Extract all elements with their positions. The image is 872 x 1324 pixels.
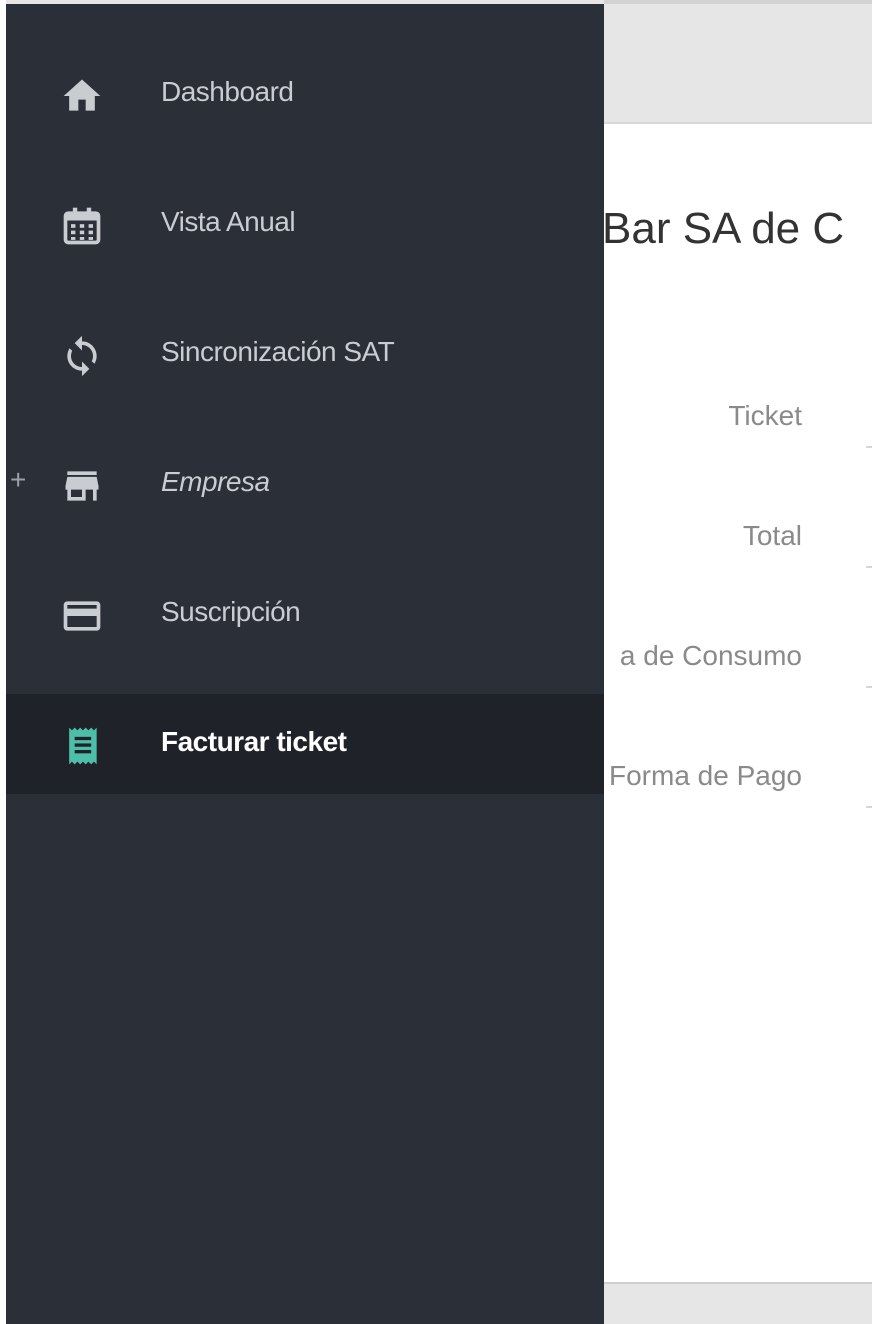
form-row-fecha-consumo: a de Consumo [604,630,872,690]
total-input-underline [866,566,872,568]
form-row-ticket: Ticket [604,390,872,450]
fecha-consumo-label: a de Consumo [619,640,802,671]
receipt-icon [60,724,104,768]
store-icon [60,464,104,508]
calendar-icon [60,204,104,248]
fecha-consumo-input-underline [866,686,872,688]
credit-card-icon [60,594,104,638]
ticket-input[interactable] [866,390,872,446]
company-title: Bar SA de C [604,204,845,253]
bottom-strip [604,1284,872,1324]
forma-pago-select[interactable] [866,750,872,806]
form-row-total: Total [604,510,872,570]
sidebar-item-label: Vista Anual [161,206,296,237]
ticket-form-card: Bar SA de C Ticket Total a de Consumo Fo… [604,122,872,1284]
sidebar-item-suscripcion[interactable]: Suscripción [6,564,604,664]
ticket-label: Ticket [728,400,802,431]
sidebar-item-facturar-ticket[interactable]: Facturar ticket [6,694,604,794]
navigation-drawer: Dashboard Vista Anual Sincronización SAT… [6,4,604,1324]
sidebar-item-label: Suscripción [161,596,301,627]
top-app-bar [604,0,872,122]
sidebar-item-sincronizacion-sat[interactable]: Sincronización SAT [6,304,604,404]
home-icon [60,74,104,118]
forma-pago-input-underline [866,806,872,808]
forma-pago-label: Forma de Pago [609,760,802,791]
app-window: Bar SA de C Ticket Total a de Consumo Fo… [0,0,872,1324]
expand-toggle[interactable]: + [10,464,26,496]
sidebar-item-empresa[interactable]: + Empresa [6,434,604,534]
sidebar-item-label: Facturar ticket [161,726,347,757]
form-row-forma-pago: Forma de Pago [604,750,872,810]
sidebar-item-vista-anual[interactable]: Vista Anual [6,174,604,274]
sidebar-item-label: Sincronización SAT [161,336,395,367]
sidebar-item-label: Dashboard [161,76,294,107]
sidebar-item-label: Empresa [161,466,270,497]
total-label: Total [742,520,802,551]
sync-icon [60,334,104,378]
total-input[interactable] [866,510,872,566]
fecha-consumo-input[interactable] [866,630,872,686]
sidebar-item-dashboard[interactable]: Dashboard [6,44,604,144]
ticket-input-underline [866,446,872,448]
